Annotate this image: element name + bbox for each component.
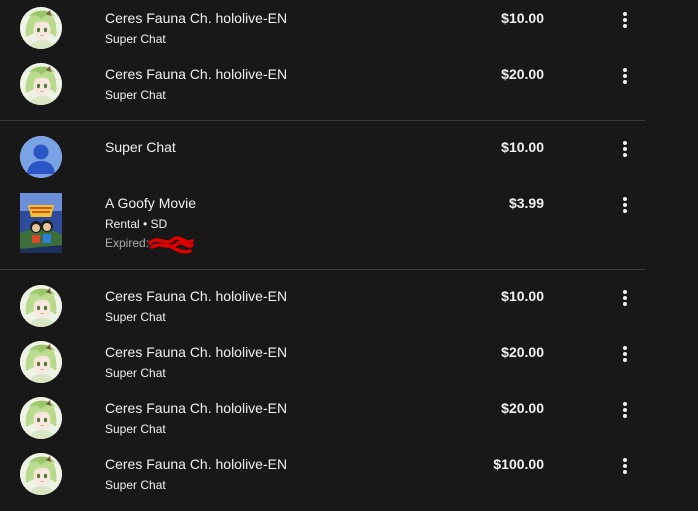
item-title: Ceres Fauna Ch. hololive-EN [105, 66, 288, 82]
item-title: Ceres Fauna Ch. hololive-EN [105, 456, 288, 472]
item-title: Ceres Fauna Ch. hololive-EN [105, 344, 288, 360]
more-vertical-icon[interactable] [612, 397, 638, 423]
vtuber-avatar [20, 285, 62, 327]
redaction-scribble [148, 236, 194, 254]
item-amount: $100.00 [493, 456, 544, 472]
more-vertical-icon[interactable] [612, 7, 638, 33]
item-amount: $20.00 [501, 344, 544, 360]
more-vertical-icon[interactable] [612, 453, 638, 479]
item-amount: $20.00 [501, 66, 544, 82]
item-amount: $20.00 [501, 400, 544, 416]
item-subtitle: Super Chat [105, 32, 166, 46]
item-subtitle: Super Chat [105, 422, 166, 436]
divider [0, 120, 645, 121]
list-item[interactable]: Ceres Fauna Ch. hololive-EN Super Chat $… [0, 0, 645, 56]
more-vertical-icon[interactable] [612, 136, 638, 162]
list-item[interactable]: Ceres Fauna Ch. hololive-EN Super Chat $… [0, 334, 645, 390]
vtuber-avatar [20, 63, 62, 105]
item-amount: $3.99 [508, 195, 544, 211]
item-title: A Goofy Movie [105, 195, 197, 211]
vtuber-avatar [20, 341, 62, 383]
list-item[interactable]: Ceres Fauna Ch. hololive-EN Super Chat $… [0, 278, 645, 334]
more-vertical-icon[interactable] [612, 341, 638, 367]
item-subtitle: Super Chat [105, 478, 166, 492]
more-vertical-icon[interactable] [612, 63, 638, 89]
item-subtitle: Super Chat [105, 88, 166, 102]
default-user-avatar [20, 136, 62, 178]
expired-label: Expired: [105, 236, 150, 250]
movie-poster [20, 193, 62, 253]
item-subtitle: Super Chat [105, 310, 166, 324]
item-subtitle: Super Chat [105, 366, 166, 380]
item-title: Super Chat [105, 139, 176, 155]
item-amount: $10.00 [501, 10, 544, 26]
list-item[interactable]: Ceres Fauna Ch. hololive-EN Super Chat $… [0, 390, 645, 446]
more-vertical-icon[interactable] [612, 192, 638, 218]
list-item[interactable]: Ceres Fauna Ch. hololive-EN Super Chat $… [0, 56, 645, 112]
list-item[interactable]: Ceres Fauna Ch. hololive-EN Super Chat $… [0, 446, 645, 502]
item-title: Ceres Fauna Ch. hololive-EN [105, 288, 288, 304]
item-subtitle: Rental • SD [105, 217, 168, 231]
vtuber-avatar [20, 397, 62, 439]
vtuber-avatar [20, 7, 62, 49]
item-title: Ceres Fauna Ch. hololive-EN [105, 10, 288, 26]
vtuber-avatar [20, 453, 62, 495]
item-amount: $10.00 [501, 139, 544, 155]
item-amount: $10.00 [501, 288, 544, 304]
list-item[interactable]: A Goofy Movie Rental • SD Expired: $3.99 [0, 185, 645, 265]
purchase-list: Ceres Fauna Ch. hololive-EN Super Chat $… [0, 0, 698, 511]
item-title: Ceres Fauna Ch. hololive-EN [105, 400, 288, 416]
divider [0, 269, 645, 270]
list-item[interactable]: Super Chat $10.00 [0, 129, 645, 185]
more-vertical-icon[interactable] [612, 285, 638, 311]
